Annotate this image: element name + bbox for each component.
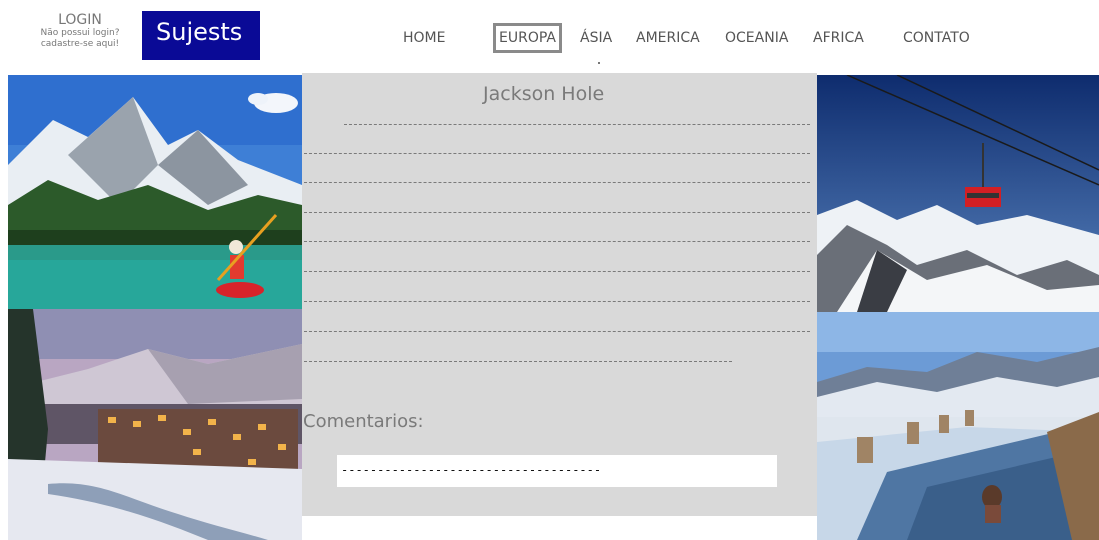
hot-pool-photo (817, 312, 1099, 540)
nav-asia[interactable]: ÁSIA (580, 30, 612, 46)
text-placeholder-line (304, 301, 810, 302)
nav-africa[interactable]: AFRICA (813, 30, 864, 46)
snowy-village-photo (8, 309, 302, 540)
nav-america[interactable]: AMERICA (636, 30, 700, 46)
text-placeholder-line (344, 124, 810, 125)
main-nav: HOME EUROPA ÁSIA AMERICA OCEANIA AFRICA … (0, 20, 1099, 60)
content-panel: Jackson Hole Comentarios: --------------… (302, 73, 817, 516)
comments-label: Comentarios: (303, 411, 424, 432)
site-header: LOGIN Não possui login? cadastre-se aqui… (0, 0, 1099, 73)
nav-oceania[interactable]: OCEANIA (725, 30, 788, 46)
text-placeholder-line (304, 271, 810, 272)
text-placeholder-line (304, 153, 810, 154)
text-placeholder-line (304, 241, 810, 242)
text-placeholder-line (304, 212, 810, 213)
comment-input[interactable]: ------------------------------------ (337, 455, 777, 487)
nav-dot (598, 62, 600, 64)
mountain-lake-kayak-photo (8, 75, 302, 309)
nav-contato[interactable]: CONTATO (903, 30, 970, 46)
aerial-tram-photo (817, 75, 1099, 312)
nav-europa[interactable]: EUROPA (493, 23, 562, 53)
nav-home[interactable]: HOME (403, 30, 445, 46)
text-placeholder-line (304, 331, 810, 332)
text-placeholder-line (304, 361, 732, 362)
page-title: Jackson Hole (483, 83, 605, 105)
text-placeholder-line (304, 182, 810, 183)
